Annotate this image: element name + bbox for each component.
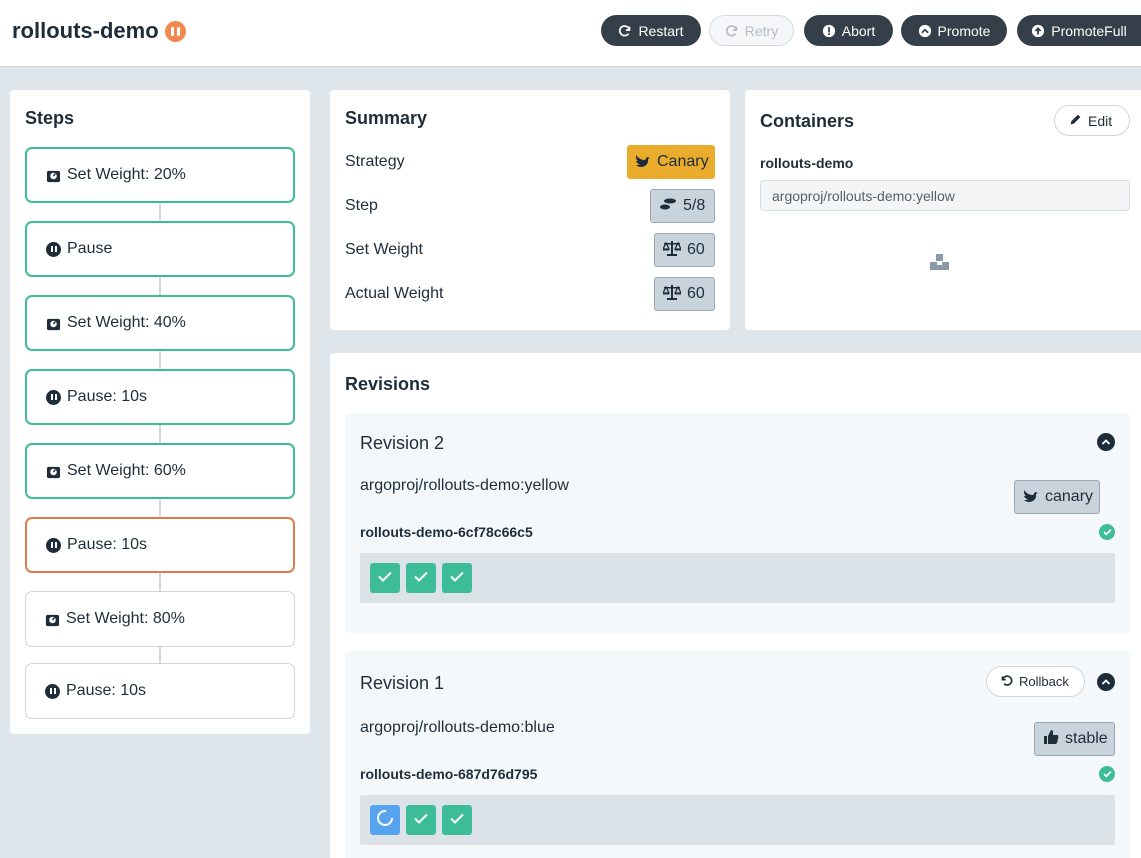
steps-title: Steps — [25, 108, 75, 128]
cubes-icon — [929, 253, 950, 276]
promote-button[interactable]: Promote — [901, 15, 1007, 46]
set-weight-label: Set Weight — [345, 241, 423, 258]
step-pause-10s[interactable]: Pause: 10s — [25, 369, 295, 425]
step-connector — [159, 499, 161, 517]
pod-ready[interactable] — [406, 563, 436, 593]
pause-icon — [45, 683, 60, 699]
summary-panel: Summary Strategy Canary Step 5/8 Set Wei… — [330, 90, 730, 330]
retry-button[interactable]: Retry — [709, 15, 794, 46]
revision-1-title: Revision 1 — [360, 673, 445, 693]
chevron-up-icon[interactable] — [1097, 433, 1115, 451]
check-icon — [414, 811, 428, 829]
promote-full-button[interactable]: PromoteFull — [1017, 15, 1141, 46]
chevron-up-icon[interactable] — [1097, 673, 1115, 691]
abort-button[interactable]: Abort — [804, 15, 893, 46]
bird-icon — [1023, 487, 1039, 508]
check-icon — [450, 569, 464, 587]
containers-panel: Containers Edit rollouts-demo argoproj/r… — [745, 90, 1141, 330]
top-bar: rollouts-demo Restart Retry Abort Promot… — [0, 0, 1141, 67]
spinner-icon — [376, 809, 394, 832]
revisions-panel: Revisions Revision 2 argoproj/rollouts-d… — [330, 353, 1141, 858]
abort-icon — [822, 24, 836, 38]
step-connector — [159, 203, 161, 221]
pod-ready[interactable] — [406, 805, 436, 835]
pods-row — [360, 553, 1115, 603]
edit-button[interactable]: Edit — [1054, 105, 1130, 136]
revision-1-image: argoproj/rollouts-demo:blue — [360, 719, 555, 736]
step-pause-10s-pending[interactable]: Pause: 10s — [25, 663, 295, 719]
rollout-name: rollouts-demo — [12, 18, 159, 43]
pod-ready[interactable] — [442, 805, 472, 835]
revision-1-card: Revision 1 Rollback argoproj/rollouts-de… — [345, 651, 1130, 858]
weight-icon — [46, 168, 61, 183]
pause-icon — [46, 537, 61, 553]
step-badge: 5/8 — [650, 189, 715, 223]
thumbs-up-icon — [1043, 729, 1059, 750]
replicaset-name: rollouts-demo-6cf78c66c5 — [360, 524, 533, 540]
revision-2-image: argoproj/rollouts-demo:yellow — [360, 477, 569, 494]
pause-icon — [46, 389, 61, 405]
shoe-prints-icon — [659, 197, 677, 216]
stable-badge: stable — [1034, 722, 1115, 756]
strategy-label: Strategy — [345, 153, 405, 170]
canary-badge: canary — [1014, 480, 1100, 514]
balance-scale-icon — [661, 284, 683, 305]
retry-icon — [725, 24, 739, 38]
containers-title: Containers — [760, 111, 855, 131]
steps-panel: Steps Set Weight: 20% Pause Set Weight: … — [10, 90, 310, 734]
revision-2-card: Revision 2 argoproj/rollouts-demo:yellow… — [345, 413, 1130, 633]
step-set-weight-40[interactable]: Set Weight: 40% — [25, 295, 295, 351]
restart-icon — [618, 24, 632, 38]
pod-progressing[interactable] — [370, 805, 400, 835]
weight-icon — [46, 464, 61, 479]
check-icon — [414, 569, 428, 587]
weight-icon — [45, 612, 60, 627]
promote-full-icon — [1031, 24, 1045, 38]
pause-icon — [164, 20, 186, 42]
pencil-icon — [1069, 113, 1082, 129]
weight-icon — [46, 316, 61, 331]
pods-row — [360, 795, 1115, 845]
step-set-weight-80[interactable]: Set Weight: 80% — [25, 591, 295, 647]
rollout-title: rollouts-demo — [12, 18, 186, 44]
pod-ready[interactable] — [442, 563, 472, 593]
pod-ready[interactable] — [370, 563, 400, 593]
step-pause-10s-current[interactable]: Pause: 10s — [25, 517, 295, 573]
restart-button[interactable]: Restart — [601, 15, 701, 46]
step-connector — [159, 277, 161, 295]
check-circle-icon — [1099, 766, 1115, 782]
revision-2-title: Revision 2 — [360, 433, 445, 453]
undo-icon — [1000, 674, 1013, 690]
actual-weight-badge: 60 — [654, 277, 715, 311]
step-label: Step — [345, 197, 378, 214]
step-connector — [159, 573, 161, 591]
step-connector — [159, 425, 161, 443]
summary-title: Summary — [345, 108, 428, 128]
balance-scale-icon — [661, 240, 683, 261]
check-circle-icon — [1099, 524, 1115, 540]
step-set-weight-20[interactable]: Set Weight: 20% — [25, 147, 295, 203]
step-connector — [159, 351, 161, 369]
strategy-badge: Canary — [627, 145, 715, 179]
container-name: rollouts-demo — [760, 155, 854, 171]
bird-icon — [635, 152, 651, 173]
revisions-title: Revisions — [345, 374, 431, 394]
replicaset-name: rollouts-demo-687d76d795 — [360, 766, 538, 782]
pause-icon — [46, 241, 61, 257]
set-weight-badge: 60 — [654, 233, 715, 267]
step-pause[interactable]: Pause — [25, 221, 295, 277]
step-set-weight-60[interactable]: Set Weight: 60% — [25, 443, 295, 499]
rollback-button[interactable]: Rollback — [986, 666, 1085, 697]
check-icon — [378, 569, 392, 587]
check-icon — [450, 811, 464, 829]
promote-icon — [918, 24, 932, 38]
actual-weight-label: Actual Weight — [345, 285, 444, 302]
container-image-field[interactable]: argoproj/rollouts-demo:yellow — [760, 180, 1130, 211]
